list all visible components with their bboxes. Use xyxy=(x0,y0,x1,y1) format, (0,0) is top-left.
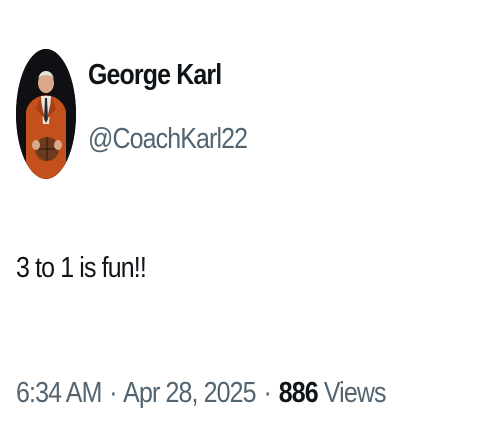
avatar[interactable] xyxy=(16,49,76,179)
tweet-text: 3 to 1 is fun!! xyxy=(16,252,147,284)
views-count[interactable]: 886 xyxy=(279,377,319,409)
separator-dot: · xyxy=(263,377,271,409)
avatar-photo-icon xyxy=(16,49,76,179)
separator-dot: · xyxy=(109,377,117,409)
author-block: George Karl @CoachKarl22 xyxy=(88,58,273,156)
user-handle[interactable]: @CoachKarl22 xyxy=(88,122,248,156)
tweet-metadata: 6:34 AM · Apr 28, 2025 · 886 Views xyxy=(16,375,386,411)
tweet-time[interactable]: 6:34 AM xyxy=(16,377,102,409)
tweet-card: George Karl @CoachKarl22 3 to 1 is fun!!… xyxy=(0,0,500,440)
display-name[interactable]: George Karl xyxy=(88,58,247,92)
views-label[interactable]: Views xyxy=(324,377,387,409)
tweet-date[interactable]: Apr 28, 2025 xyxy=(123,377,256,409)
